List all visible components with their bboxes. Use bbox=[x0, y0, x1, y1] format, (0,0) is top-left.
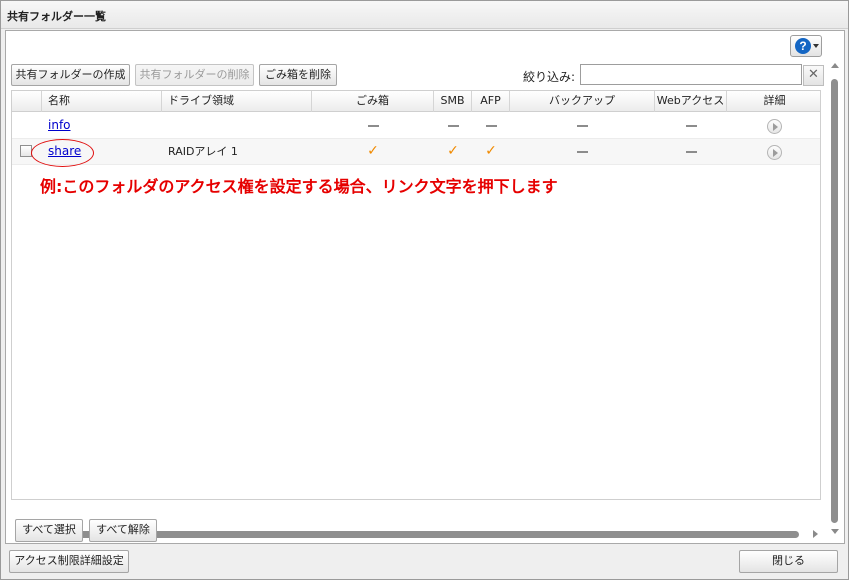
table-header: 名称 ドライブ領域 ごみ箱 SMB AFP バックアップ Webアクセス 詳細 bbox=[12, 91, 820, 112]
header-trash[interactable]: ごみ箱 bbox=[312, 91, 434, 112]
chevron-down-icon bbox=[813, 44, 819, 48]
scroll-up-icon[interactable] bbox=[831, 63, 839, 68]
dash-icon bbox=[577, 125, 588, 127]
vertical-scrollbar[interactable] bbox=[829, 63, 841, 541]
detail-play-icon[interactable] bbox=[767, 118, 782, 134]
deselect-all-button[interactable]: すべて解除 bbox=[89, 519, 157, 542]
content-panel: ? 共有フォルダーの作成 共有フォルダーの削除 ごみ箱を削除 絞り込み: ✕ 名… bbox=[5, 30, 845, 544]
highlight-oval bbox=[31, 139, 94, 167]
dash-icon bbox=[577, 151, 588, 153]
scroll-down-icon[interactable] bbox=[831, 529, 839, 534]
vertical-scroll-thumb[interactable] bbox=[831, 79, 838, 523]
check-icon: ✓ bbox=[367, 143, 379, 159]
shared-folder-list-window: 共有フォルダー一覧 ? 共有フォルダーの作成 共有フォルダーの削除 ごみ箱を削除… bbox=[0, 0, 849, 580]
titlebar: 共有フォルダー一覧 bbox=[1, 1, 848, 29]
check-icon: ✓ bbox=[485, 143, 497, 159]
dash-icon bbox=[367, 125, 379, 127]
dash-icon bbox=[685, 151, 697, 153]
filter-label: 絞り込み: bbox=[523, 70, 576, 84]
header-backup[interactable]: バックアップ bbox=[510, 91, 655, 112]
scroll-right-icon[interactable] bbox=[813, 530, 818, 538]
detail-play-icon[interactable] bbox=[767, 144, 782, 160]
help-icon: ? bbox=[795, 38, 811, 54]
table-row: info bbox=[12, 113, 820, 139]
dash-icon bbox=[447, 125, 459, 127]
close-icon: ✕ bbox=[808, 67, 819, 82]
access-restriction-settings-button[interactable]: アクセス制限詳細設定 bbox=[9, 550, 129, 573]
delete-folder-button[interactable]: 共有フォルダーの削除 bbox=[135, 64, 254, 86]
header-detail[interactable]: 詳細 bbox=[727, 91, 820, 112]
clear-filter-button[interactable]: ✕ bbox=[803, 65, 824, 86]
header-name[interactable]: 名称 bbox=[42, 91, 162, 112]
select-all-button[interactable]: すべて選択 bbox=[15, 519, 83, 542]
dash-icon bbox=[685, 125, 697, 127]
folder-link-info[interactable]: info bbox=[48, 118, 71, 132]
drive-cell: RAIDアレイ 1 bbox=[168, 145, 238, 158]
window-title: 共有フォルダー一覧 bbox=[7, 10, 106, 23]
header-smb[interactable]: SMB bbox=[434, 91, 472, 112]
header-select bbox=[12, 91, 42, 112]
dash-icon bbox=[485, 125, 497, 127]
check-icon: ✓ bbox=[447, 143, 459, 159]
help-button[interactable]: ? bbox=[790, 35, 822, 57]
close-button[interactable]: 閉じる bbox=[739, 550, 838, 573]
header-drive[interactable]: ドライブ領域 bbox=[162, 91, 312, 112]
table-row: share RAIDアレイ 1 ✓ ✓ ✓ bbox=[12, 139, 820, 165]
folder-table: 名称 ドライブ領域 ごみ箱 SMB AFP バックアップ Webアクセス 詳細 … bbox=[11, 90, 821, 500]
filter-input[interactable] bbox=[580, 64, 802, 85]
annotation-text: 例:このフォルダのアクセス権を設定する場合、リンク文字を押下します bbox=[40, 177, 558, 196]
header-afp[interactable]: AFP bbox=[472, 91, 510, 112]
create-folder-button[interactable]: 共有フォルダーの作成 bbox=[11, 64, 130, 86]
header-web-access[interactable]: Webアクセス bbox=[655, 91, 727, 112]
delete-trash-button[interactable]: ごみ箱を削除 bbox=[259, 64, 337, 86]
